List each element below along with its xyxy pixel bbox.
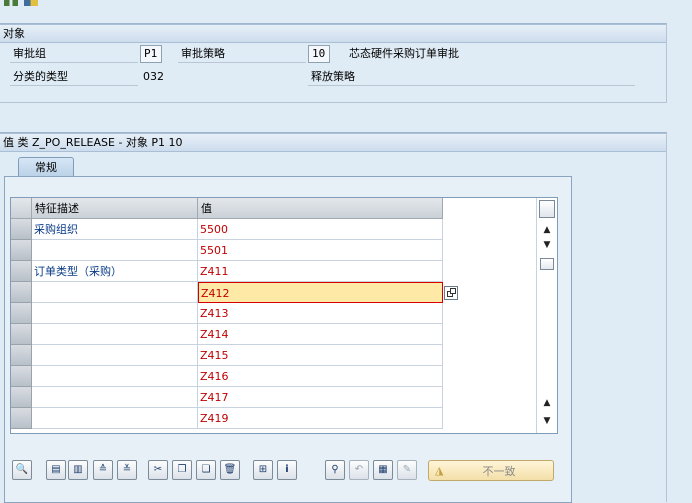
table-row: Z414 <box>11 324 443 345</box>
vertical-scrollbar[interactable]: ▲ ▼ ▲ ▼ <box>536 198 557 433</box>
column-header-value[interactable]: 值 <box>198 198 443 219</box>
row-description <box>32 282 198 303</box>
values-table: 特征描述 值 采购组织 5500 5501 订单类型（采购） Z411 Z412… <box>10 197 558 434</box>
table-row: Z413 <box>11 303 443 324</box>
inconsistent-button[interactable]: ◮ 不一致 <box>428 460 554 481</box>
edit-button[interactable]: ✎ <box>397 460 417 480</box>
strategy-field[interactable]: 10 <box>308 45 330 63</box>
row-selector[interactable] <box>11 408 32 429</box>
row-selector[interactable] <box>11 219 32 240</box>
row-description <box>32 408 198 429</box>
row-selector[interactable] <box>11 324 32 345</box>
object-group: 对象 审批组 P1 审批策略 10 芯态硬件采购订单审批 分类的类型 032 释… <box>0 23 667 103</box>
object-group-title: 对象 <box>0 24 666 43</box>
row-selector[interactable] <box>11 387 32 408</box>
row-description <box>32 366 198 387</box>
value-help-icon[interactable] <box>444 286 458 300</box>
cut-button[interactable]: ✂ <box>148 460 168 480</box>
scroll-config-icon[interactable] <box>539 200 555 218</box>
row-selector[interactable] <box>11 303 32 324</box>
table-row: Z417 <box>11 387 443 408</box>
paste-button[interactable]: ❏ <box>196 460 216 480</box>
table-row: Z415 <box>11 345 443 366</box>
scroll-up-icon[interactable]: ▲ <box>539 222 555 238</box>
delete-row-button[interactable]: ▥ <box>68 460 88 480</box>
row-selector[interactable] <box>11 345 32 366</box>
row-description <box>32 240 198 261</box>
other-object-icon[interactable] <box>24 0 38 6</box>
scroll-page-up-icon[interactable]: ▲ <box>539 395 555 411</box>
column-header-description[interactable]: 特征描述 <box>32 198 198 219</box>
row-value-field[interactable]: Z413 <box>198 303 443 324</box>
display-change-icon[interactable] <box>4 0 18 6</box>
row-selector[interactable] <box>11 261 32 282</box>
header-select-all[interactable] <box>11 198 32 219</box>
row-selector[interactable] <box>11 282 32 303</box>
inconsistent-label: 不一致 <box>482 465 516 478</box>
row-description <box>32 303 198 324</box>
table-row: 采购组织 5500 <box>11 219 443 240</box>
insert-row-button[interactable]: ▤ <box>46 460 66 480</box>
row-value-field[interactable]: 5500 <box>198 219 443 240</box>
tab-general[interactable]: 常规 <box>18 157 74 178</box>
copy-button[interactable]: ❐ <box>172 460 192 480</box>
row-selector[interactable] <box>11 366 32 387</box>
approval-group-label: 审批组 <box>10 46 138 63</box>
row-selector[interactable] <box>11 240 32 261</box>
table-row: 5501 <box>11 240 443 261</box>
info-button[interactable]: i <box>277 460 297 480</box>
table-settings-button[interactable]: ▦ <box>373 460 393 480</box>
row-value-field[interactable]: Z414 <box>198 324 443 345</box>
row-description: 采购组织 <box>32 219 198 240</box>
find-button[interactable]: ⚲ <box>325 460 345 480</box>
table-row: 订单类型（采购） Z411 <box>11 261 443 282</box>
table-row: Z412 <box>11 282 443 303</box>
class-type-label: 分类的类型 <box>10 69 138 86</box>
row-value-field[interactable]: Z416 <box>198 366 443 387</box>
values-group-title: 值 类 Z_PO_RELEASE - 对象 P1 10 <box>0 133 666 152</box>
strategy-label: 审批策略 <box>178 46 306 63</box>
delete-button[interactable]: 🗑 <box>220 460 240 480</box>
table-row: Z419 <box>11 408 443 429</box>
strategy-description: 芯态硬件采购订单审批 <box>349 47 459 60</box>
scroll-page-down-icon[interactable]: ▼ <box>539 413 555 429</box>
scroll-thumb[interactable] <box>540 258 554 270</box>
add-entry-button[interactable]: ⊞ <box>253 460 273 480</box>
row-value-field[interactable]: Z415 <box>198 345 443 366</box>
row-value-field-active[interactable]: Z412 <box>198 282 443 303</box>
row-value-field[interactable]: Z417 <box>198 387 443 408</box>
scroll-down-icon[interactable]: ▼ <box>539 237 555 253</box>
class-type-value: 032 <box>143 70 164 83</box>
row-description <box>32 387 198 408</box>
approval-group-field[interactable]: P1 <box>140 45 162 63</box>
sort-descending-button[interactable]: ≚ <box>117 460 137 480</box>
release-strategy-label: 释放策略 <box>308 69 635 86</box>
row-description <box>32 345 198 366</box>
row-description <box>32 324 198 345</box>
row-value-field[interactable]: 5501 <box>198 240 443 261</box>
details-button[interactable]: 🔍 <box>12 460 32 480</box>
row-value-field[interactable]: Z419 <box>198 408 443 429</box>
row-description: 订单类型（采购） <box>32 261 198 282</box>
table-row: Z416 <box>11 366 443 387</box>
sort-ascending-button[interactable]: ≙ <box>93 460 113 480</box>
row-value-field[interactable]: Z411 <box>198 261 443 282</box>
undo-button[interactable]: ↶ <box>349 460 369 480</box>
